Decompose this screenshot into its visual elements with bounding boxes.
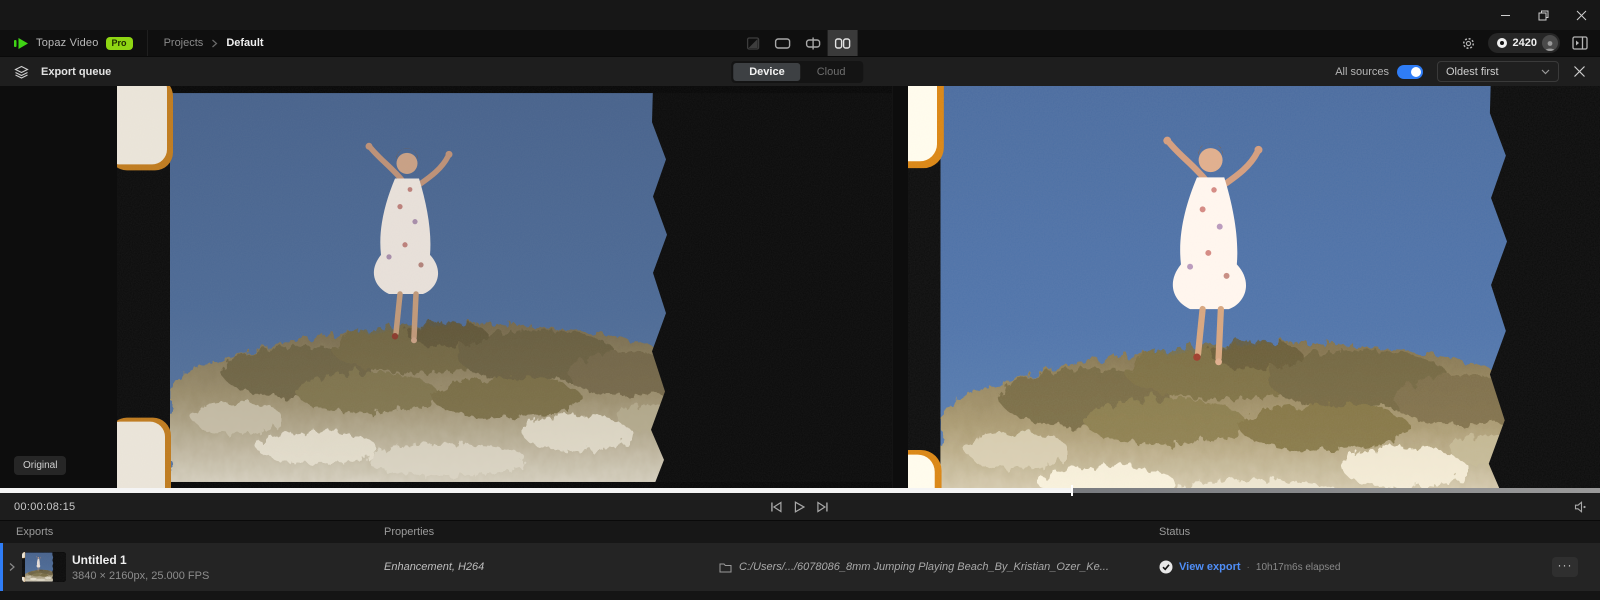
close-queue-button[interactable] [1573, 65, 1586, 78]
gear-icon [1461, 36, 1476, 51]
original-label: Original [14, 456, 66, 475]
layers-icon [14, 65, 29, 79]
credits-coin-icon [1496, 37, 1508, 49]
playhead[interactable] [1071, 485, 1073, 496]
title-bar [0, 0, 1600, 30]
credits-count: 2420 [1513, 37, 1537, 49]
menu-bar: Topaz Video Pro Projects Default [0, 30, 1600, 56]
thumbnail-film-frame [22, 552, 66, 582]
queuebar-right: All sources Oldest first [1335, 61, 1600, 82]
all-sources-toggle[interactable] [1397, 65, 1423, 79]
breadcrumb-default: Default [226, 37, 263, 49]
close-window-button[interactable] [1562, 0, 1600, 30]
transport-right [1574, 501, 1600, 513]
export-properties: Enhancement, H264 [384, 561, 484, 573]
brand-name: Topaz Video [36, 37, 99, 49]
view-mode-group [738, 30, 858, 56]
view-export-link[interactable]: View export [1179, 561, 1241, 573]
export-row-status: View export · 10h17m6s elapsed ··· [1159, 557, 1600, 577]
toggle-knob [1411, 67, 1421, 77]
sort-order-value: Oldest first [1446, 66, 1499, 78]
speaker-icon [1574, 501, 1588, 513]
topaz-logo-icon [14, 37, 29, 50]
transport-controls [770, 501, 829, 513]
close-icon [1573, 65, 1586, 78]
file-name: Untitled 1 [72, 553, 209, 567]
column-properties: Properties [384, 526, 1159, 538]
export-path: C:/Users/.../6078086_8mm Jumping Playing… [739, 561, 1039, 573]
single-view-icon [775, 38, 791, 49]
export-queue-header: Export queue [0, 65, 125, 79]
restore-icon [1538, 10, 1549, 21]
previous-frame-button[interactable] [770, 501, 784, 513]
diagonal-split-icon [746, 37, 759, 50]
export-row-file: Untitled 1 3840 × 2160px, 25.000 FPS [3, 552, 384, 582]
video-preview-area: Original [0, 86, 1600, 488]
next-frame-button[interactable] [815, 501, 829, 513]
export-row[interactable]: Untitled 1 3840 × 2160px, 25.000 FPS Enh… [0, 543, 1600, 591]
play-icon [794, 501, 805, 513]
previous-frame-icon [770, 501, 784, 513]
all-sources-label: All sources [1335, 66, 1389, 78]
bottom-strip [0, 591, 1600, 600]
settings-button[interactable] [1461, 36, 1476, 51]
brand[interactable]: Topaz Video Pro [0, 30, 148, 56]
minimize-icon [1500, 10, 1511, 21]
video-thumbnail[interactable] [22, 552, 66, 582]
next-frame-icon [815, 501, 829, 513]
tab-device[interactable]: Device [733, 63, 800, 81]
view-mode-split[interactable] [798, 30, 828, 56]
source-segmented-control: Device Cloud [731, 61, 863, 83]
export-row-properties: Enhancement, H264 C:/Users/.../6078086_8… [384, 561, 1159, 573]
timecode: 00:00:08:15 [0, 501, 75, 513]
original-video-pane[interactable]: Original [0, 86, 892, 488]
menubar-right: 2420 [1461, 30, 1600, 56]
exports-table-header: Exports Properties Status [0, 520, 1600, 543]
tab-cloud[interactable]: Cloud [801, 63, 862, 81]
all-sources-control: All sources [1335, 65, 1423, 79]
restore-button[interactable] [1524, 0, 1562, 30]
view-mode-side-by-side[interactable] [828, 30, 858, 56]
export-queue-bar: Export queue Device Cloud All sources Ol… [0, 56, 1600, 86]
side-panel-icon [1572, 36, 1588, 50]
chevron-down-icon [1541, 69, 1550, 75]
folder-icon [719, 562, 732, 573]
split-view-icon [805, 37, 820, 50]
credits-pill[interactable]: 2420 [1488, 33, 1560, 53]
chevron-right-icon [211, 39, 218, 48]
column-exports: Exports [0, 526, 384, 538]
breadcrumb: Projects Default [148, 37, 280, 49]
pro-badge: Pro [106, 37, 133, 50]
avatar[interactable] [1542, 35, 1558, 51]
sort-order-select[interactable]: Oldest first [1437, 61, 1559, 82]
elapsed-time: 10h17m6s elapsed [1256, 562, 1341, 573]
play-button[interactable] [794, 501, 805, 513]
file-info: Untitled 1 3840 × 2160px, 25.000 FPS [72, 553, 209, 582]
volume-button[interactable] [1574, 501, 1588, 513]
transport-bar: 00:00:08:15 [0, 493, 1600, 520]
app-window: Topaz Video Pro Projects Default [0, 0, 1600, 600]
status-separator: · [1247, 562, 1250, 573]
side-panel-button[interactable] [1572, 36, 1588, 50]
original-film-frame [117, 86, 892, 488]
view-mode-single[interactable] [768, 30, 798, 56]
close-icon [1576, 10, 1587, 21]
view-mode-diagonal-split[interactable] [738, 30, 768, 56]
enhanced-video-pane[interactable] [892, 86, 1600, 488]
file-details: 3840 × 2160px, 25.000 FPS [72, 570, 209, 582]
column-status: Status [1159, 526, 1600, 538]
expand-chevron-icon[interactable] [8, 562, 16, 572]
export-path-group: C:/Users/.../6078086_8mm Jumping Playing… [719, 561, 1159, 573]
breadcrumb-projects[interactable]: Projects [164, 37, 204, 49]
side-by-side-icon [835, 38, 851, 49]
export-queue-title: Export queue [41, 66, 111, 78]
row-more-button[interactable]: ··· [1552, 557, 1578, 577]
enhanced-film-frame [908, 86, 1600, 488]
person-icon [1544, 40, 1556, 51]
check-circle-icon [1159, 560, 1173, 574]
minimize-button[interactable] [1486, 0, 1524, 30]
